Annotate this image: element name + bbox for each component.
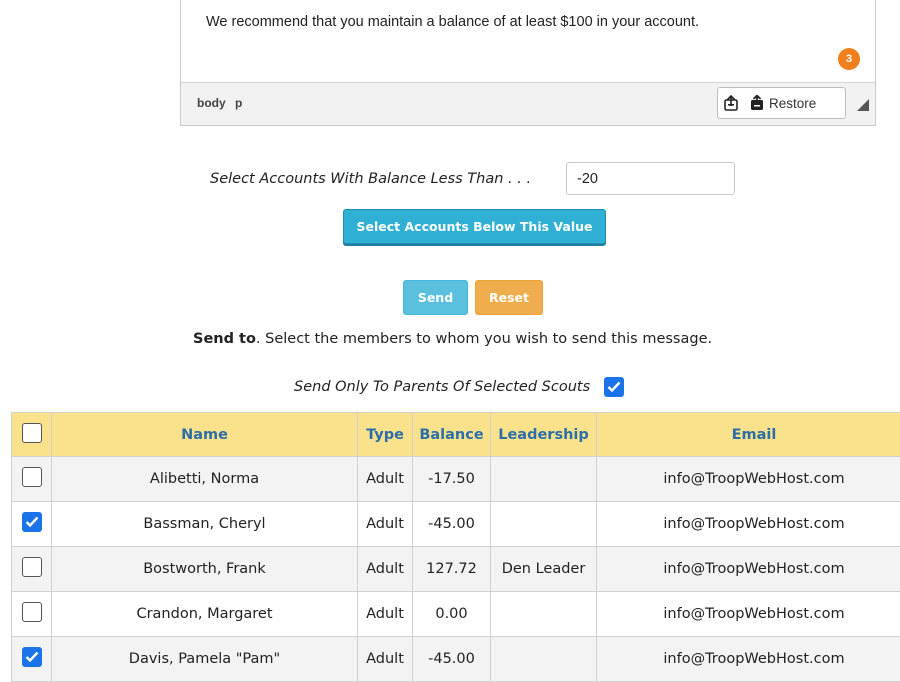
table-row: Bostworth, Frank Adult 127.72 Den Leader… — [12, 547, 900, 592]
member-name: Bassman, Cheryl — [52, 502, 358, 547]
restore-label: Restore — [769, 96, 816, 111]
editor-content[interactable]: We recommend that you maintain a balance… — [181, 0, 875, 82]
member-email: info@TroopWebHost.com — [597, 637, 900, 682]
member-balance: -45.00 — [413, 502, 491, 547]
member-balance: -45.00 — [413, 637, 491, 682]
member-name: Davis, Pamela "Pam" — [52, 637, 358, 682]
notification-badge: 3 — [838, 48, 860, 70]
member-type: Adult — [358, 457, 413, 502]
row-checkbox-cell — [12, 547, 52, 592]
select-all-cell — [12, 413, 52, 457]
send-button[interactable]: Send — [403, 280, 468, 315]
element-path: body p — [197, 96, 242, 110]
upload-icon — [724, 95, 738, 111]
member-email: info@TroopWebHost.com — [597, 547, 900, 592]
path-item-p[interactable]: p — [235, 96, 242, 110]
restore-icon — [750, 95, 764, 111]
row-checkbox[interactable] — [22, 467, 42, 487]
table-row: Davis, Pamela "Pam" Adult -45.00 info@Tr… — [12, 637, 900, 682]
parents-only-checkbox[interactable] — [604, 377, 624, 397]
member-email: info@TroopWebHost.com — [597, 592, 900, 637]
member-name: Alibetti, Norma — [52, 457, 358, 502]
row-checkbox[interactable] — [22, 512, 42, 532]
member-balance: 0.00 — [413, 592, 491, 637]
column-header-type[interactable]: Type — [358, 413, 413, 457]
parents-only-row: Send Only To Parents Of Selected Scouts — [294, 377, 624, 397]
member-type: Adult — [358, 502, 413, 547]
select-accounts-button[interactable]: Select Accounts Below This Value — [343, 209, 606, 244]
balance-threshold-label: Select Accounts With Balance Less Than .… — [210, 171, 531, 187]
rich-text-editor[interactable]: We recommend that you maintain a balance… — [180, 0, 876, 126]
send-to-instructions: Send to. Select the members to whom you … — [193, 331, 712, 347]
upload-button[interactable] — [718, 88, 744, 118]
row-checkbox-cell — [12, 502, 52, 547]
reset-button[interactable]: Reset — [475, 280, 543, 315]
column-header-email[interactable]: Email — [597, 413, 900, 457]
member-type: Adult — [358, 637, 413, 682]
row-checkbox[interactable] — [22, 557, 42, 577]
editor-toolbar-group: Restore — [717, 87, 846, 119]
editor-statusbar: body p Restore — [181, 82, 875, 125]
resize-handle-icon[interactable] — [857, 99, 869, 111]
member-leadership — [491, 457, 597, 502]
check-icon — [25, 516, 39, 528]
check-icon — [607, 381, 621, 393]
member-leadership — [491, 637, 597, 682]
member-leadership: Den Leader — [491, 547, 597, 592]
table-row: Bassman, Cheryl Adult -45.00 info@TroopW… — [12, 502, 900, 547]
member-name: Crandon, Margaret — [52, 592, 358, 637]
balance-threshold-input[interactable] — [566, 162, 735, 195]
member-balance: 127.72 — [413, 547, 491, 592]
member-type: Adult — [358, 592, 413, 637]
member-leadership — [491, 592, 597, 637]
member-leadership — [491, 502, 597, 547]
check-icon — [25, 651, 39, 663]
editor-paragraph: We recommend that you maintain a balance… — [206, 14, 699, 30]
path-item-body[interactable]: body — [197, 96, 226, 110]
column-header-leadership[interactable]: Leadership — [491, 413, 597, 457]
row-checkbox-cell — [12, 637, 52, 682]
column-header-name[interactable]: Name — [52, 413, 358, 457]
row-checkbox-cell — [12, 457, 52, 502]
row-checkbox[interactable] — [22, 647, 42, 667]
send-to-heading: Send to — [193, 331, 256, 347]
member-email: info@TroopWebHost.com — [597, 502, 900, 547]
member-type: Adult — [358, 547, 413, 592]
table-row: Crandon, Margaret Adult 0.00 info@TroopW… — [12, 592, 900, 637]
row-checkbox-cell — [12, 592, 52, 637]
column-header-balance[interactable]: Balance — [413, 413, 491, 457]
parents-only-label: Send Only To Parents Of Selected Scouts — [294, 379, 590, 395]
member-email: info@TroopWebHost.com — [597, 457, 900, 502]
table-header-row: Name Type Balance Leadership Email — [12, 413, 900, 457]
member-name: Bostworth, Frank — [52, 547, 358, 592]
row-checkbox[interactable] — [22, 602, 42, 622]
restore-button[interactable]: Restore — [744, 88, 822, 118]
members-table: Name Type Balance Leadership Email Alibe… — [11, 412, 900, 682]
member-balance: -17.50 — [413, 457, 491, 502]
table-row: Alibetti, Norma Adult -17.50 info@TroopW… — [12, 457, 900, 502]
send-to-text: . Select the members to whom you wish to… — [256, 331, 712, 347]
select-all-checkbox[interactable] — [22, 423, 42, 443]
